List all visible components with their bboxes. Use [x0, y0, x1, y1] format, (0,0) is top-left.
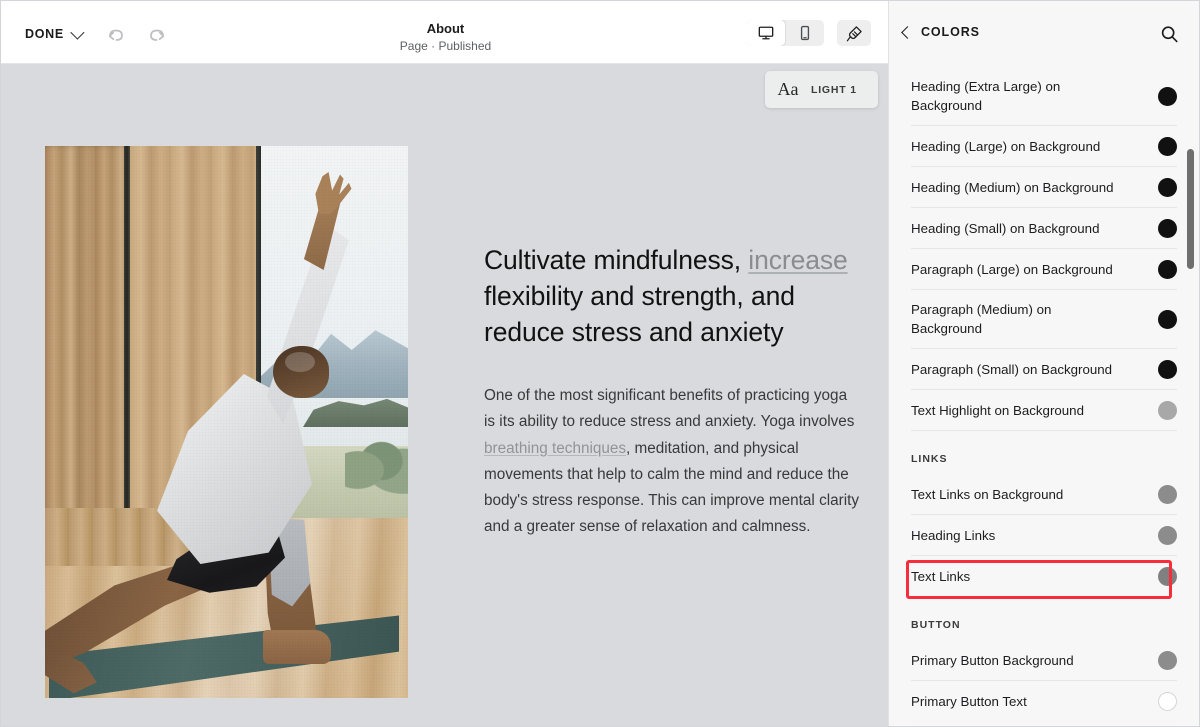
color-row-label: Primary Button Background — [911, 641, 1074, 680]
color-swatch[interactable] — [1158, 651, 1177, 670]
editor-toolbar: DONE About Page · Published — [1, 1, 890, 64]
color-swatch[interactable] — [1158, 137, 1177, 156]
undo-button[interactable] — [105, 25, 127, 47]
viewport-mobile-button[interactable] — [785, 20, 824, 46]
color-swatch[interactable] — [1158, 526, 1177, 545]
color-row-label: Text Links — [911, 557, 970, 596]
color-row-paragraph-medium[interactable]: Paragraph (Medium) on Background — [911, 290, 1177, 349]
colors-group-links: LINKS Text Links on Background Heading L… — [889, 431, 1199, 597]
colors-group-text: Heading (Extra Large) on Background Head… — [889, 67, 1199, 431]
color-swatch[interactable] — [1158, 260, 1177, 279]
color-swatch[interactable] — [1158, 692, 1177, 711]
section-heading[interactable]: Cultivate mindfulness, increase flexibil… — [484, 242, 859, 350]
section-label-links: LINKS — [889, 431, 1199, 474]
redo-button[interactable] — [146, 25, 168, 47]
color-row-label: Paragraph (Small) on Background — [911, 350, 1112, 389]
color-row-primary-button-text[interactable]: Primary Button Text — [911, 681, 1177, 722]
redo-arrow-icon — [146, 25, 168, 47]
color-swatch[interactable] — [1158, 401, 1177, 420]
viewport-desktop-button[interactable] — [746, 20, 785, 46]
text-column: Cultivate mindfulness, increase flexibil… — [484, 242, 859, 541]
undo-arrow-icon — [105, 25, 127, 47]
heading-text-before: Cultivate mindfulness, — [484, 245, 748, 275]
color-row-text-links[interactable]: Text Links — [911, 556, 1177, 597]
color-row-text-highlight[interactable]: Text Highlight on Background — [911, 390, 1177, 431]
panel-search-button[interactable] — [1159, 24, 1181, 46]
page-canvas[interactable]: Cultivate mindfulness, increase flexibil… — [8, 64, 883, 727]
editor-area: DONE About Page · Published — [1, 1, 890, 727]
paintbrush-icon — [845, 24, 864, 43]
color-row-label: Primary Button Text — [911, 682, 1027, 721]
theme-aa-label: Aa — [765, 79, 811, 100]
colors-panel-header: COLORS — [889, 1, 1199, 63]
done-button-label: DONE — [25, 27, 64, 41]
section-paragraph[interactable]: One of the most significant benefits of … — [484, 383, 859, 541]
heading-link-increase[interactable]: increase — [748, 245, 847, 275]
color-row-label: Text Highlight on Background — [911, 391, 1084, 430]
theme-design-button[interactable] — [837, 20, 871, 46]
panel-title: COLORS — [921, 25, 980, 39]
color-row-heading-extra-large[interactable]: Heading (Extra Large) on Background — [911, 67, 1177, 126]
color-row-paragraph-small[interactable]: Paragraph (Small) on Background — [911, 349, 1177, 390]
colors-panel: COLORS Heading (Extra Large) on Backgrou… — [888, 1, 1199, 727]
color-row-label: Heading (Medium) on Background — [911, 168, 1114, 207]
color-row-label: Heading Links — [911, 516, 995, 555]
colors-list[interactable]: Heading (Extra Large) on Background Head… — [889, 63, 1199, 727]
color-row-label: Heading (Small) on Background — [911, 209, 1099, 248]
color-swatch[interactable] — [1158, 485, 1177, 504]
paragraph-text-before: One of the most significant benefits of … — [484, 387, 854, 430]
color-swatch[interactable] — [1158, 567, 1177, 586]
color-row-heading-medium[interactable]: Heading (Medium) on Background — [911, 167, 1177, 208]
section-label-button: BUTTON — [889, 597, 1199, 640]
color-swatch[interactable] — [1158, 310, 1177, 329]
color-row-heading-large[interactable]: Heading (Large) on Background — [911, 126, 1177, 167]
panel-back-button[interactable]: COLORS — [903, 25, 980, 39]
panel-scrollbar-thumb[interactable] — [1187, 149, 1194, 269]
color-row-heading-small[interactable]: Heading (Small) on Background — [911, 208, 1177, 249]
color-row-paragraph-large[interactable]: Paragraph (Large) on Background — [911, 249, 1177, 290]
theme-name-label: LIGHT 1 — [811, 84, 857, 96]
theme-selector-pill[interactable]: Aa LIGHT 1 — [765, 71, 878, 108]
color-row-label: Heading (Extra Large) on Background — [911, 67, 1123, 125]
color-swatch[interactable] — [1158, 219, 1177, 238]
color-row-text-links-on-background[interactable]: Text Links on Background — [911, 474, 1177, 515]
viewport-toggle-group[interactable] — [746, 20, 824, 46]
photo-grain-overlay — [45, 146, 408, 698]
color-row-label: Heading (Large) on Background — [911, 127, 1100, 166]
heading-text-after: flexibility and strength, and reduce str… — [484, 281, 795, 347]
color-row-label: Text Links on Background — [911, 475, 1063, 514]
color-swatch[interactable] — [1158, 178, 1177, 197]
color-row-label: Paragraph (Medium) on Background — [911, 290, 1123, 348]
yoga-photo[interactable] — [45, 146, 408, 698]
colors-group-button: BUTTON Primary Button Background Primary… — [889, 597, 1199, 722]
color-row-heading-links[interactable]: Heading Links — [911, 515, 1177, 556]
done-button[interactable]: DONE — [25, 27, 81, 41]
color-row-primary-button-background[interactable]: Primary Button Background — [911, 640, 1177, 681]
search-icon — [1159, 24, 1180, 45]
color-swatch[interactable] — [1158, 360, 1177, 379]
chevron-down-icon — [70, 26, 84, 40]
app-window: DONE About Page · Published — [0, 0, 1200, 727]
desktop-monitor-icon — [757, 24, 775, 42]
mobile-phone-icon — [796, 24, 814, 42]
color-swatch[interactable] — [1158, 87, 1177, 106]
color-row-label: Paragraph (Large) on Background — [911, 250, 1113, 289]
chevron-left-icon — [901, 26, 914, 39]
paragraph-link-breathing-techniques[interactable]: breathing techniques — [484, 440, 626, 457]
